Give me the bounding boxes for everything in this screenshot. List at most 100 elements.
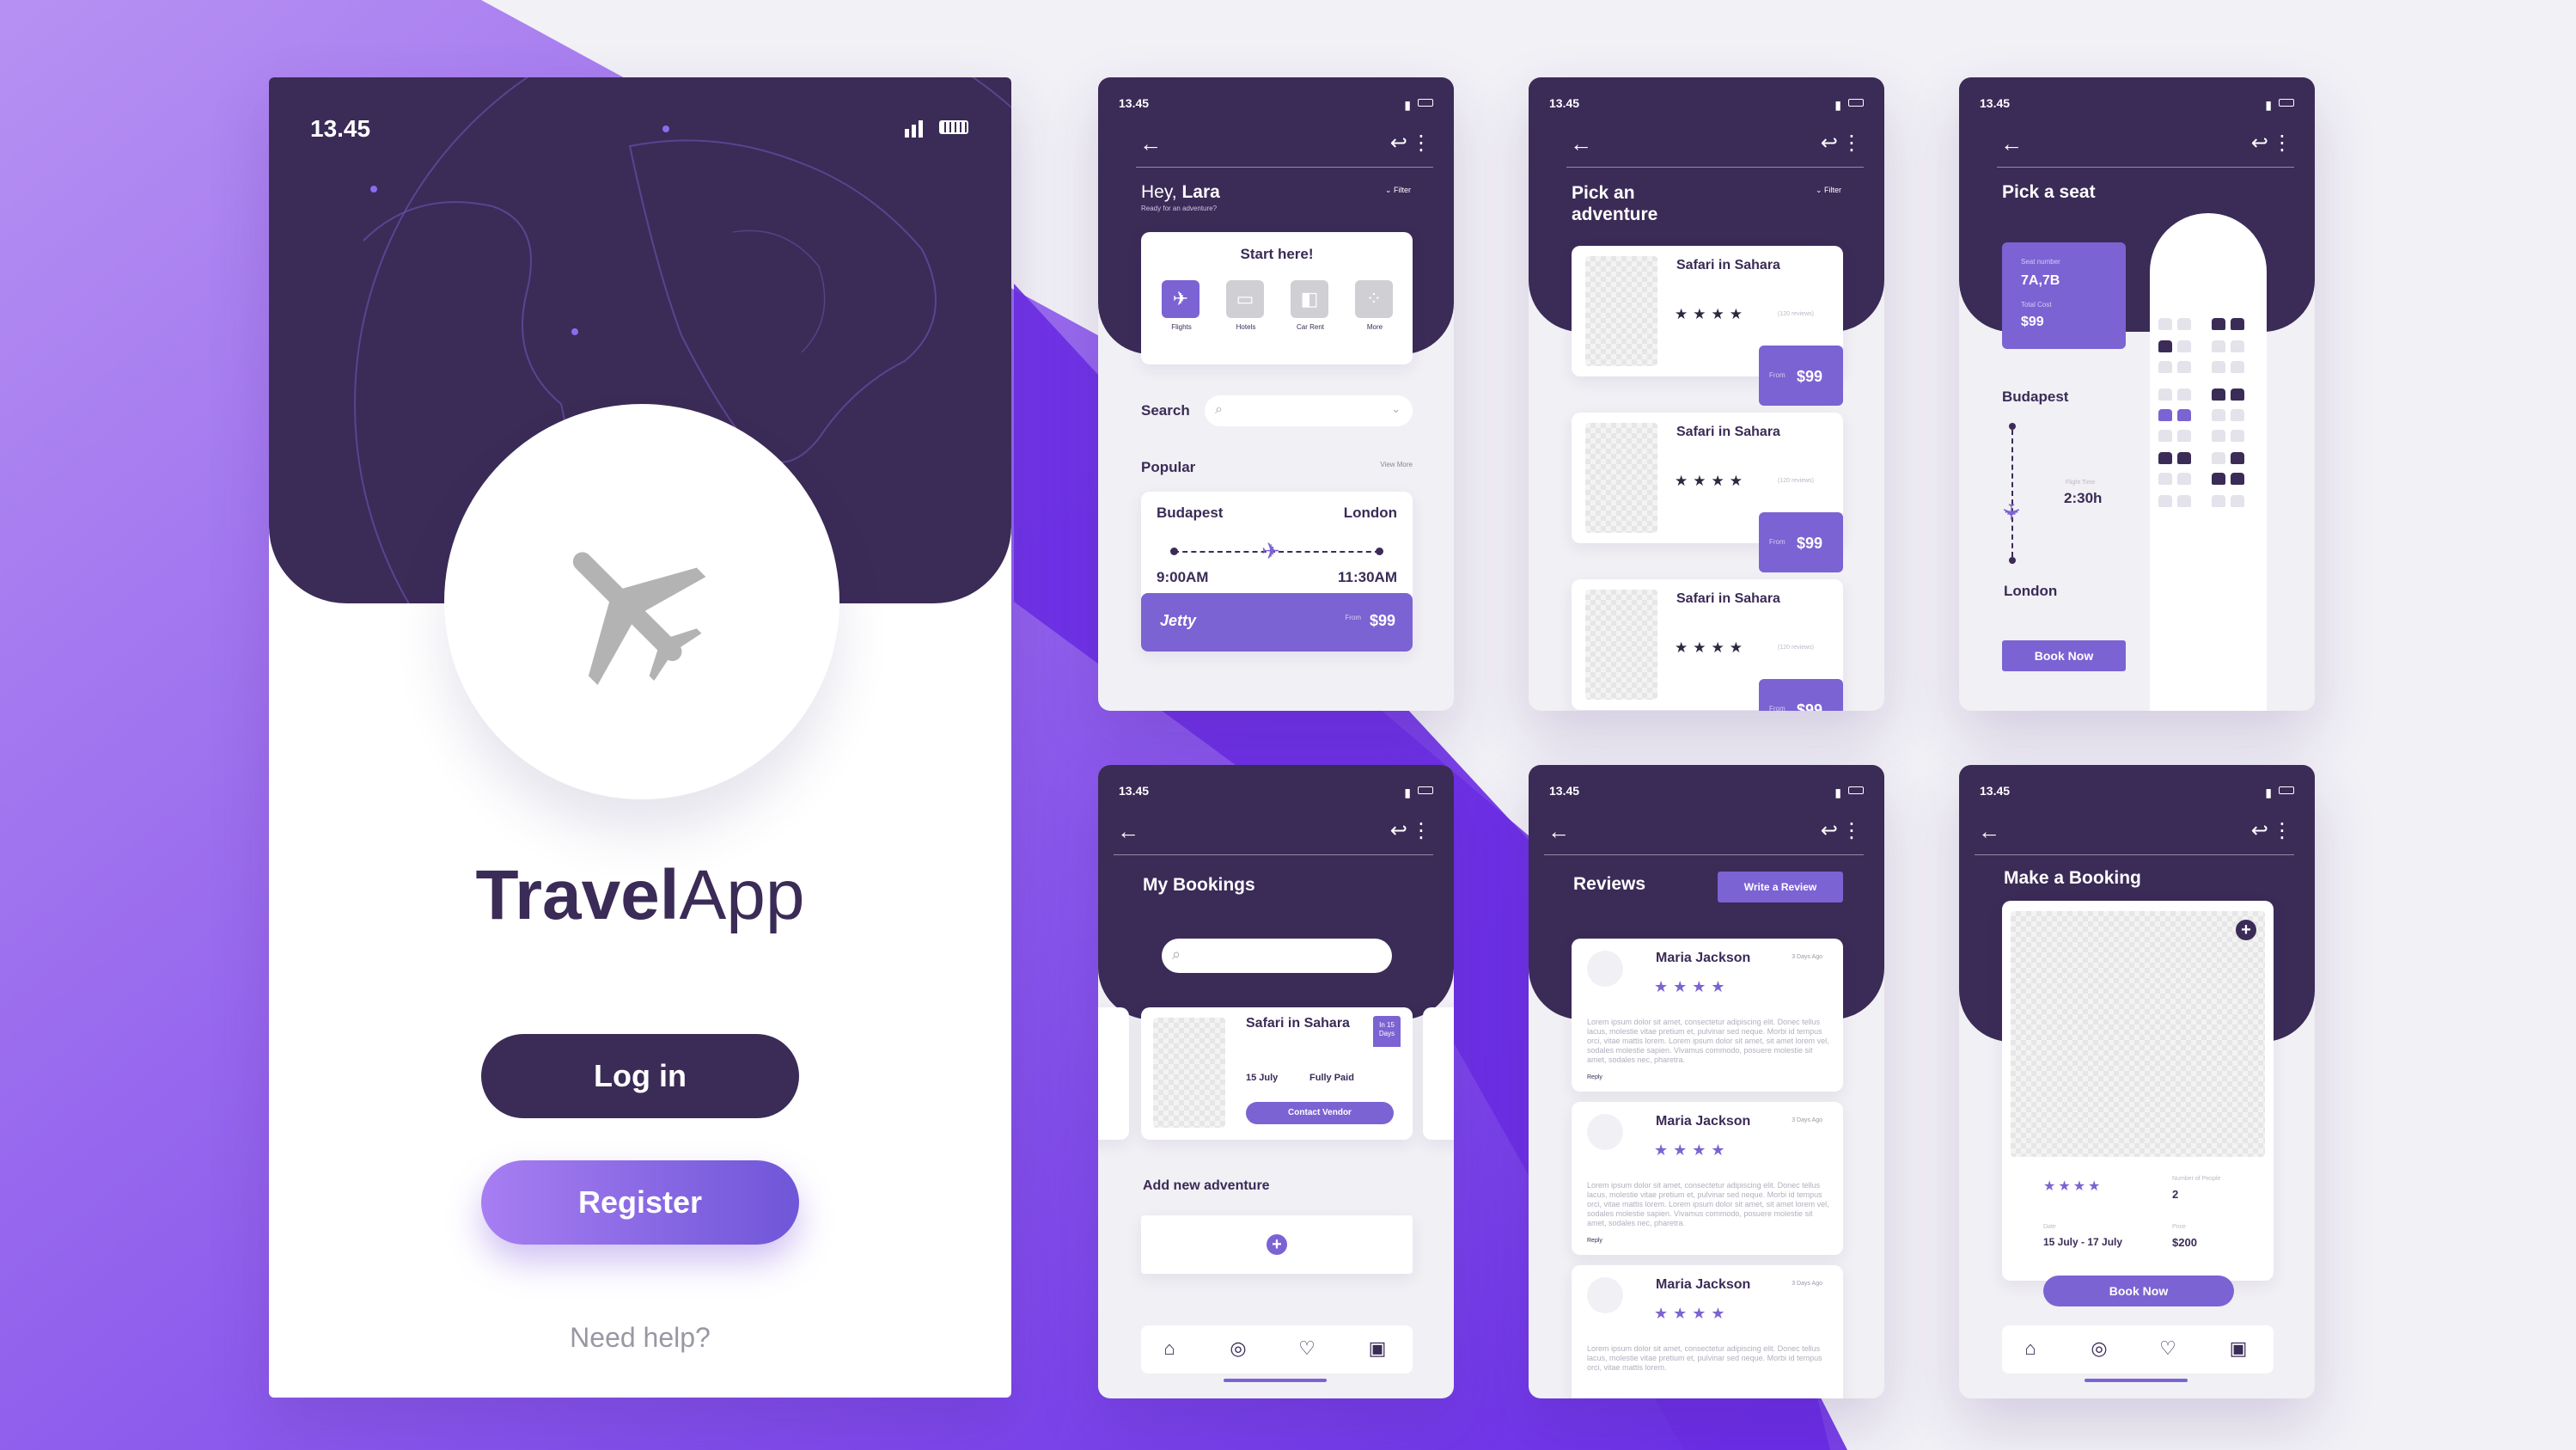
category-hotels[interactable]: ▭ Hotels [1226, 280, 1266, 340]
login-button[interactable]: Log in [481, 1034, 799, 1118]
seat-available[interactable] [2231, 430, 2244, 442]
category-car-rent[interactable]: ◧ Car Rent [1291, 280, 1330, 340]
seat-available[interactable] [2177, 389, 2191, 401]
flight-card[interactable]: Budapest London ✈ 9:00AM 11:30AM Jetty F… [1141, 492, 1413, 652]
seat-available[interactable] [2177, 473, 2191, 485]
add-photo-icon[interactable]: + [2236, 920, 2256, 940]
adventure-title: Safari in Sahara [1676, 258, 1780, 272]
seat-available[interactable] [2158, 430, 2172, 442]
signal-icon: ▮ [1404, 786, 1411, 799]
seat-available[interactable] [2212, 430, 2225, 442]
seat-available[interactable] [2212, 361, 2225, 373]
back-arrow-icon[interactable]: ← [1978, 818, 2000, 845]
reply-link[interactable]: Reply [1587, 1238, 1602, 1244]
share-icon[interactable]: ↩ [1390, 131, 1407, 156]
register-button[interactable]: Register [481, 1160, 799, 1245]
price-button[interactable]: From $99 [1759, 512, 1843, 572]
seat-available[interactable] [2212, 340, 2225, 352]
total-cost-label: Total Cost [2021, 301, 2052, 309]
seat-taken[interactable] [2231, 318, 2244, 330]
total-cost: $99 [2021, 315, 2044, 329]
book-now-button[interactable]: Book Now [2043, 1276, 2234, 1306]
contact-vendor-button[interactable]: Contact Vendor [1246, 1102, 1394, 1124]
more-icon[interactable]: ⋮ [1841, 131, 1862, 156]
reply-link[interactable]: Reply [1587, 1074, 1602, 1080]
filter-button[interactable]: ⌄ Filter [1816, 186, 1841, 195]
seat-taken[interactable] [2231, 473, 2244, 485]
more-icon[interactable]: ⋮ [1411, 131, 1431, 156]
header-divider [1114, 854, 1433, 855]
more-icon[interactable]: ⋮ [2272, 131, 2292, 156]
seat-taken[interactable] [2158, 340, 2172, 352]
more-icon[interactable]: ⋮ [2272, 818, 2292, 843]
view-more-link[interactable]: View More [1380, 461, 1413, 468]
seat-taken[interactable] [2177, 452, 2191, 464]
share-icon[interactable]: ↩ [2251, 818, 2268, 843]
status-time: 13.45 [1119, 96, 1150, 110]
write-review-button[interactable]: Write a Review [1718, 872, 1843, 902]
category-label: Flights [1171, 323, 1192, 331]
back-arrow-icon[interactable]: ← [1139, 131, 1162, 157]
status-time: 13.45 [310, 115, 371, 142]
share-icon[interactable]: ↩ [1821, 818, 1838, 843]
share-icon[interactable]: ↩ [1821, 131, 1838, 156]
seat-available[interactable] [2231, 495, 2244, 507]
price-button[interactable]: From $99 [1759, 679, 1843, 711]
seat-taken[interactable] [2212, 318, 2225, 330]
heart-icon[interactable]: ♡ [2157, 1337, 2179, 1360]
seat-taken[interactable] [2231, 452, 2244, 464]
book-now-button[interactable]: Book Now [2002, 640, 2126, 671]
seat-available[interactable] [2231, 361, 2244, 373]
adventure-card[interactable]: Safari in Sahara ★★★★ (120 reviews) From $99 [1572, 579, 1843, 711]
search-input[interactable]: ⌕ [1162, 939, 1392, 973]
seat-available[interactable] [2158, 389, 2172, 401]
share-icon[interactable]: ↩ [2251, 131, 2268, 156]
home-icon[interactable]: ⌂ [2019, 1337, 2042, 1360]
add-adventure-button[interactable]: + [1141, 1215, 1413, 1274]
seat-taken[interactable] [2231, 389, 2244, 401]
seat-available[interactable] [2177, 361, 2191, 373]
category-flights[interactable]: ✈ Flights [1162, 280, 1201, 340]
filter-button[interactable]: ⌄ Filter [1385, 186, 1411, 195]
adventure-card[interactable]: Safari in Sahara ★★★★ (120 reviews) From $99 [1572, 246, 1843, 406]
seat-available[interactable] [2177, 318, 2191, 330]
seat-available[interactable] [2231, 409, 2244, 421]
seat-available[interactable] [2177, 340, 2191, 352]
seat-available[interactable] [2177, 495, 2191, 507]
help-link[interactable]: Need help? [269, 1322, 1011, 1354]
home-icon[interactable]: ⌂ [1158, 1337, 1181, 1360]
seat-available[interactable] [2177, 430, 2191, 442]
heart-icon[interactable]: ♡ [1296, 1337, 1318, 1360]
profile-icon[interactable]: ▣ [1366, 1337, 1389, 1360]
category-more[interactable]: ⁘ More [1355, 280, 1395, 340]
compass-icon[interactable]: ◎ [2088, 1337, 2110, 1360]
more-icon[interactable]: ⋮ [1841, 818, 1862, 843]
back-arrow-icon[interactable]: ← [1117, 818, 1139, 845]
seat-selected[interactable] [2177, 409, 2191, 421]
seat-available[interactable] [2158, 473, 2172, 485]
back-arrow-icon[interactable]: ← [2000, 131, 2023, 157]
booking-card[interactable]: Safari in Sahara In 15 Days 15 July Full… [1141, 1007, 1413, 1140]
seat-taken[interactable] [2212, 473, 2225, 485]
seat-taken[interactable] [2212, 389, 2225, 401]
seat-available[interactable] [2212, 452, 2225, 464]
more-icon[interactable]: ⋮ [1411, 818, 1431, 843]
seat-available[interactable] [2158, 318, 2172, 330]
back-arrow-icon[interactable]: ← [1547, 818, 1570, 845]
search-input[interactable]: ⌕ ⌄ [1205, 395, 1413, 426]
adventure-card[interactable]: Safari in Sahara ★★★★ (120 reviews) From $99 [1572, 413, 1843, 572]
seat-taken[interactable] [2158, 452, 2172, 464]
header-divider [1566, 167, 1864, 168]
seat-available[interactable] [2212, 409, 2225, 421]
seat-available[interactable] [2212, 495, 2225, 507]
rating-stars: ★★★★ [1675, 473, 1748, 489]
seat-selected[interactable] [2158, 409, 2172, 421]
share-icon[interactable]: ↩ [1390, 818, 1407, 843]
seat-available[interactable] [2231, 340, 2244, 352]
seat-available[interactable] [2158, 361, 2172, 373]
seat-available[interactable] [2158, 495, 2172, 507]
profile-icon[interactable]: ▣ [2227, 1337, 2249, 1360]
price-button[interactable]: From $99 [1759, 346, 1843, 406]
compass-icon[interactable]: ◎ [1227, 1337, 1249, 1360]
back-arrow-icon[interactable]: ← [1570, 131, 1592, 157]
